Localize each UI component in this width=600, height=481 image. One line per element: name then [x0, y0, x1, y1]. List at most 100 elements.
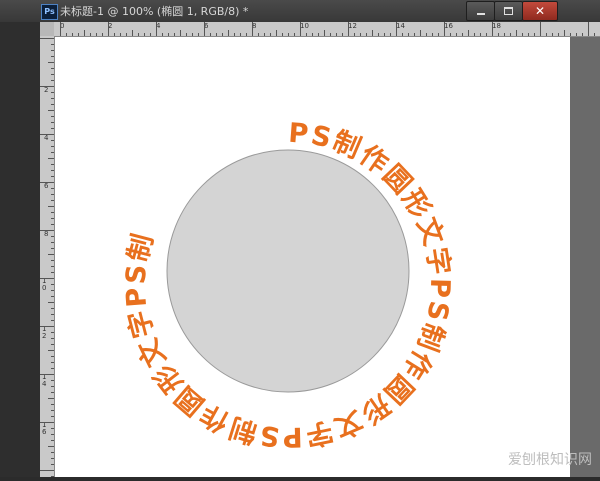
- ruler-tick: [51, 140, 54, 141]
- ruler-tick: [522, 33, 523, 36]
- ruler-tick: [48, 302, 54, 303]
- minimize-icon: [476, 13, 485, 15]
- ruler-tick: [426, 33, 427, 36]
- ruler-tick: [51, 80, 54, 81]
- ruler-label: 18: [492, 22, 501, 30]
- ruler-tick: [312, 33, 313, 36]
- ruler-tick: [276, 30, 277, 36]
- ruler-tick: [210, 33, 211, 36]
- close-button[interactable]: ✕: [522, 1, 558, 21]
- ruler-origin[interactable]: [40, 22, 55, 37]
- ruler-tick: [288, 33, 289, 36]
- vertical-ruler[interactable]: 2 4 6 8 10 12 14 16: [40, 36, 55, 477]
- close-icon: ✕: [534, 4, 546, 18]
- ruler-tick: [330, 33, 331, 36]
- ruler-tick: [51, 404, 54, 405]
- ruler-tick: [234, 33, 235, 36]
- ruler-tick: [492, 22, 493, 36]
- ruler-tick: [51, 116, 54, 117]
- ruler-tick: [198, 33, 199, 36]
- ellipse-shape[interactable]: [166, 149, 410, 393]
- document-canvas[interactable]: PS制作圆形文字PS制作圆形文字PS制作圆形文字PS制: [55, 37, 570, 477]
- ruler-label: 2: [44, 86, 49, 94]
- ruler-tick: [51, 452, 54, 453]
- ruler-tick: [51, 200, 54, 201]
- maximize-button[interactable]: [494, 1, 523, 21]
- ruler-tick: [51, 368, 54, 369]
- ruler-tick: [378, 33, 379, 36]
- ruler-tick: [366, 33, 367, 36]
- photoshop-document-window: Ps 未标题-1 @ 100% (椭圆 1, RGB/8) * ✕ 0 2 4 …: [0, 0, 600, 477]
- canvas-area[interactable]: PS制作圆形文字PS制作圆形文字PS制作圆形文字PS制: [55, 37, 600, 477]
- title-bar[interactable]: Ps 未标题-1 @ 100% (椭圆 1, RGB/8) * ✕: [0, 0, 600, 23]
- ruler-tick: [168, 33, 169, 36]
- ruler-tick: [51, 440, 54, 441]
- ruler-tick: [102, 33, 103, 36]
- ruler-tick: [528, 33, 529, 36]
- ruler-tick: [144, 33, 145, 36]
- ruler-tick: [51, 266, 54, 267]
- ruler-tick: [51, 248, 54, 249]
- ruler-tick: [51, 44, 54, 45]
- panel-background: [0, 22, 40, 477]
- ruler-tick: [51, 236, 54, 237]
- ruler-tick: [66, 33, 67, 36]
- ruler-tick: [360, 33, 361, 36]
- ruler-tick: [40, 38, 54, 39]
- ruler-tick: [282, 33, 283, 36]
- ruler-tick: [96, 33, 97, 36]
- ruler-tick: [192, 33, 193, 36]
- ruler-tick: [72, 33, 73, 36]
- ruler-tick: [40, 326, 54, 327]
- ruler-tick: [186, 33, 187, 36]
- ruler-tick: [60, 22, 61, 36]
- ruler-tick: [51, 458, 54, 459]
- ruler-tick: [576, 33, 577, 36]
- ruler-tick: [51, 428, 54, 429]
- ruler-tick: [48, 398, 54, 399]
- ruler-tick: [402, 33, 403, 36]
- minimize-button[interactable]: [466, 1, 495, 21]
- ruler-tick: [48, 350, 54, 351]
- ruler-tick: [51, 344, 54, 345]
- ruler-tick: [51, 164, 54, 165]
- ruler-label: 14: [396, 22, 405, 30]
- ruler-tick: [354, 33, 355, 36]
- horizontal-ruler[interactable]: 0 2 4 6 8 10 12 14 16 18: [54, 22, 600, 37]
- ruler-tick: [540, 22, 541, 36]
- ruler-tick: [510, 33, 511, 36]
- ruler-tick: [108, 22, 109, 36]
- ruler-tick: [51, 386, 54, 387]
- ruler-tick: [51, 272, 54, 273]
- ruler-tick: [468, 30, 469, 36]
- ruler-tick: [150, 33, 151, 36]
- ruler-tick: [498, 33, 499, 36]
- ruler-tick: [51, 410, 54, 411]
- ruler-tick: [90, 33, 91, 36]
- ruler-tick: [51, 212, 54, 213]
- ruler-tick: [51, 194, 54, 195]
- ruler-tick: [51, 338, 54, 339]
- ruler-tick: [51, 128, 54, 129]
- ruler-label: 12: [348, 22, 357, 30]
- ruler-tick: [84, 30, 85, 36]
- ruler-tick: [204, 22, 205, 36]
- ruler-tick: [348, 22, 349, 36]
- ruler-tick: [462, 33, 463, 36]
- ruler-tick: [51, 122, 54, 123]
- ruler-tick: [474, 33, 475, 36]
- ruler-tick: [252, 22, 253, 36]
- ruler-label: 14: [42, 373, 47, 388]
- ruler-tick: [180, 30, 181, 36]
- ruler-tick: [450, 33, 451, 36]
- watermark-text: 爱刨根知识网: [508, 452, 592, 468]
- ruler-tick: [324, 30, 325, 36]
- ruler-tick: [444, 22, 445, 36]
- ruler-tick: [51, 74, 54, 75]
- ruler-tick: [414, 33, 415, 36]
- maximize-icon: [504, 7, 513, 15]
- ruler-tick: [228, 30, 229, 36]
- ruler-tick: [51, 314, 54, 315]
- ruler-tick: [570, 33, 571, 36]
- ruler-tick: [270, 33, 271, 36]
